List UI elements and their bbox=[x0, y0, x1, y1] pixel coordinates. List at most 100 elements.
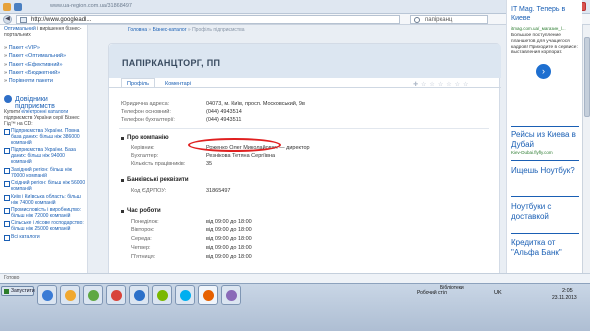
directory-item[interactable]: Київ і Київська область: більш ніж 74000… bbox=[4, 194, 86, 206]
navigation-bar: ◀ http://www.googleadl... папірканц bbox=[0, 14, 590, 25]
ad-link[interactable]: Ноутбуки с доставкой bbox=[511, 202, 581, 221]
hours-time: від 09:00 до 18:00 bbox=[206, 236, 252, 242]
page-title: ПАПІРКАНЦТОРГ, ПП bbox=[122, 58, 221, 68]
directory-item[interactable]: Східний регіон: більш ніж 56000 компаній bbox=[4, 180, 86, 192]
edrpou-label: Код ЄДРПОУ: bbox=[131, 188, 167, 194]
breadcrumb-catalog[interactable]: Бізнес-каталог bbox=[153, 27, 187, 33]
status-text: Готово bbox=[4, 275, 20, 281]
rating-icons: ✚ ☆ ☆ ☆ ☆ ☆ ☆ bbox=[413, 81, 499, 90]
bookkeeper-value: Резнікова Тетяна Сергіївна bbox=[206, 153, 276, 159]
taskbar: Запустити Робочий стіл Бібліотеки UK 2:0… bbox=[0, 283, 590, 331]
ie-icon bbox=[3, 3, 11, 11]
star-icon[interactable]: ☆ bbox=[421, 81, 426, 88]
star-icon[interactable]: ☆ bbox=[429, 81, 434, 88]
phone-value: (044) 4943514 bbox=[206, 109, 242, 115]
taskbar-app[interactable] bbox=[221, 285, 241, 305]
company-card: ПАПІРКАНЦТОРГ, ПП Профіль Коментарі ✚ ☆ ☆ ☆… bbox=[108, 43, 501, 273]
word-icon bbox=[134, 290, 145, 301]
search-input[interactable]: папірканц bbox=[410, 15, 488, 24]
directory-item[interactable]: Промисловість і виробництво: більш ніж 7… bbox=[4, 207, 86, 219]
windows-icon bbox=[4, 289, 9, 294]
taskbar-app[interactable] bbox=[198, 285, 218, 305]
ad-column: IT Mag. Теперь в Киеве itmag.com.ua/_маг… bbox=[506, 0, 582, 273]
divider bbox=[511, 126, 579, 127]
hours-time: від 09:00 до 18:00 bbox=[206, 219, 252, 225]
directory-item[interactable]: Західний регіон: більш ніж 70000 компані… bbox=[4, 167, 86, 179]
package-item[interactable]: » Пакет «Бюджетний» bbox=[4, 69, 86, 77]
folder-icon bbox=[65, 290, 76, 301]
sidebar-intro: Оптимальний і вирішення бізнес-портальни… bbox=[4, 26, 84, 38]
star-icon[interactable]: ☆ bbox=[446, 81, 451, 88]
tab-title[interactable]: www.ua-region.com.ua/31868497 bbox=[50, 3, 132, 9]
accountant-phone-value: (044) 4943511 bbox=[206, 117, 242, 123]
directory-intro: Купити електронні каталоги підприємств У… bbox=[4, 109, 80, 127]
breadcrumb-home[interactable]: Головна bbox=[128, 27, 147, 33]
start-button[interactable]: Запустити bbox=[1, 286, 35, 296]
accountant-phone-label: Телефон бухгалтерії: bbox=[121, 117, 175, 123]
head-label: Керівник: bbox=[131, 145, 155, 151]
address-text[interactable]: http://www.googleadl... bbox=[31, 16, 91, 24]
hours-day: Вівторок: bbox=[131, 227, 155, 233]
clock-date[interactable]: 23.11.2013 bbox=[552, 295, 577, 301]
taskbar-app[interactable] bbox=[152, 285, 172, 305]
taskbar-app[interactable] bbox=[129, 285, 149, 305]
taskbar-app[interactable] bbox=[106, 285, 126, 305]
taskbar-app[interactable] bbox=[83, 285, 103, 305]
directory-item[interactable]: Сільське і лісове господарство: більш ні… bbox=[4, 220, 86, 232]
star-icon[interactable]: ☆ bbox=[438, 81, 443, 88]
clock-time[interactable]: 2:05 bbox=[562, 288, 573, 294]
staff-label: Кількість працівників: bbox=[131, 161, 186, 167]
ad-title[interactable]: IT Mag. Теперь в Киеве bbox=[511, 5, 582, 23]
taskbar-app[interactable] bbox=[37, 285, 57, 305]
search-icon[interactable] bbox=[414, 17, 420, 23]
hours-day: П'ятниця: bbox=[131, 254, 156, 260]
back-button[interactable]: ◀ bbox=[3, 15, 12, 24]
directory-title[interactable]: Довідники підприємств bbox=[15, 96, 87, 110]
app-icon bbox=[226, 290, 237, 301]
star-icon[interactable]: ☆ bbox=[463, 81, 468, 88]
excel-icon bbox=[157, 290, 168, 301]
favorites-icon[interactable] bbox=[14, 3, 22, 11]
address-bar[interactable]: http://www.googleadl... bbox=[16, 15, 400, 24]
ad-link[interactable]: Кредитка от "Альфа Банк" bbox=[511, 238, 581, 257]
ad-link[interactable]: Ищешь Ноутбук? bbox=[511, 166, 581, 176]
status-bar: Готово bbox=[0, 273, 590, 283]
staff-value: 35 bbox=[206, 161, 213, 167]
ad-url[interactable]: Kiev-Dubai.flyfly.com bbox=[511, 150, 553, 155]
directory-item[interactable]: Підприємства України. Повна база даних: … bbox=[4, 128, 86, 146]
bullet-icon bbox=[121, 137, 124, 140]
libraries-toolbar[interactable]: Бібліотеки bbox=[440, 285, 464, 291]
divider bbox=[511, 160, 579, 161]
screen: www.ua-region.com.ua/31868497 –□✕ ◀ http… bbox=[0, 0, 590, 331]
address-label: Юридична адреса: bbox=[121, 101, 170, 107]
ad-url[interactable]: itmag.com.ua/_магазин_l... bbox=[511, 26, 566, 31]
package-item[interactable]: » Пакет «VIP» bbox=[4, 44, 86, 52]
chrome-icon bbox=[111, 290, 122, 301]
scroll-thumb[interactable] bbox=[584, 37, 590, 117]
package-item[interactable]: » Пакет «Оптимальний» bbox=[4, 52, 86, 60]
hours-time: від 09:00 до 18:00 bbox=[206, 245, 252, 251]
bullet-icon bbox=[121, 179, 124, 182]
phone-highlight bbox=[188, 138, 281, 152]
breadcrumb-current: Профіль підприємства bbox=[192, 27, 245, 33]
search-text[interactable]: папірканц bbox=[425, 16, 452, 24]
taskbar-app[interactable] bbox=[175, 285, 195, 305]
package-item[interactable]: » Порівняти пакети bbox=[4, 77, 86, 85]
hours-time: від 09:00 до 18:00 bbox=[206, 227, 252, 233]
ad-text: Большое поступление планшетов для учащег… bbox=[511, 33, 578, 56]
explorer-icon bbox=[42, 290, 53, 301]
taskbar-app[interactable] bbox=[60, 285, 80, 305]
arrow-right-icon[interactable]: › bbox=[536, 64, 551, 79]
language-indicator[interactable]: UK bbox=[494, 290, 502, 296]
browser-title-bar: www.ua-region.com.ua/31868497 –□✕ bbox=[0, 0, 590, 14]
add-icon[interactable]: ✚ bbox=[413, 81, 418, 88]
ad-link[interactable]: Рейсы из Киева в Дубай bbox=[511, 130, 581, 149]
star-icon[interactable]: ☆ bbox=[455, 81, 460, 88]
firefox-icon bbox=[203, 290, 214, 301]
divider bbox=[511, 196, 579, 197]
scrollbar[interactable] bbox=[582, 25, 590, 273]
directory-item[interactable]: Всі каталоги bbox=[4, 234, 86, 241]
bookkeeper-label: Бухгалтер: bbox=[131, 153, 159, 159]
directory-item[interactable]: Підприємства України. База даних: більш … bbox=[4, 147, 86, 165]
package-item[interactable]: » Пакет «Ефективний» bbox=[4, 61, 86, 69]
